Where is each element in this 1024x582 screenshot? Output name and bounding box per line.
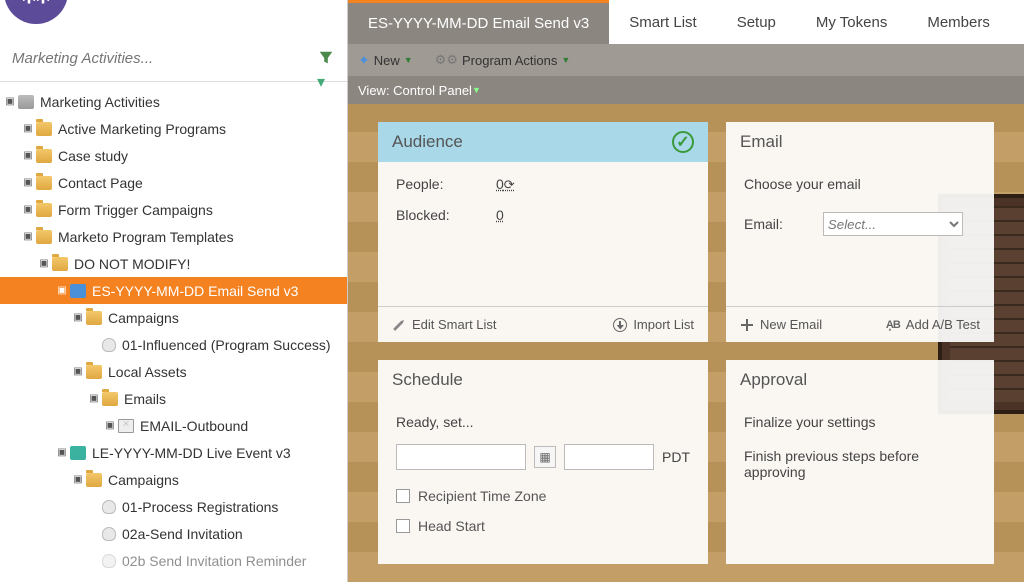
tree-item[interactable]: ▣Local Assets — [0, 358, 347, 385]
action-toolbar: ✦New ▼ ⚙⚙Program Actions ▼ — [348, 44, 1024, 76]
tab-my-tokens[interactable]: My Tokens — [796, 0, 907, 44]
plus-icon — [740, 318, 754, 332]
blocked-label: Blocked: — [396, 207, 466, 223]
approval-message: Finish previous steps before approving — [744, 448, 976, 480]
panel-title: Schedule — [392, 370, 463, 390]
new-email-link[interactable]: New Email — [740, 317, 822, 332]
new-menu[interactable]: ✦New ▼ — [358, 52, 413, 69]
head-start-checkbox[interactable] — [396, 519, 410, 533]
email-select[interactable]: Select... — [823, 212, 963, 236]
tree-item[interactable]: ▣Marketo Program Templates — [0, 223, 347, 250]
audience-panel: Audience ✓ People: 0⟳ Blocked: 0 Edit Smart… — [378, 122, 708, 342]
recipient-timezone-label: Recipient Time Zone — [418, 488, 546, 504]
edit-smart-list-link[interactable]: Edit Smart List — [392, 317, 497, 332]
tree-item[interactable]: ▣Campaigns — [0, 304, 347, 331]
tab-smart-list[interactable]: Smart List — [609, 0, 717, 44]
tab-members[interactable]: Members — [907, 0, 1010, 44]
tree-item[interactable]: ▣Contact Page — [0, 169, 347, 196]
tab-setup[interactable]: Setup — [717, 0, 796, 44]
tree-item[interactable]: ▣Campaigns — [0, 466, 347, 493]
tree-item[interactable]: ▣LE-YYYY-MM-DD Live Event v3 — [0, 439, 347, 466]
program-actions-menu[interactable]: ⚙⚙Program Actions ▼ — [435, 52, 571, 68]
tree-item[interactable]: ▣Case study — [0, 142, 347, 169]
import-list-link[interactable]: Import List — [613, 317, 694, 332]
tree-item[interactable]: 01-Influenced (Program Success) — [0, 331, 347, 358]
ab-icon: A͓B — [886, 319, 900, 331]
main-area: ES-YYYY-MM-DD Email Send v3 Smart List S… — [348, 0, 1024, 582]
left-sidebar: ⁂ ▾ ▣Marketing Activities ▣Active Market… — [0, 0, 348, 582]
panel-title: Audience — [392, 132, 463, 152]
panel-title: Email — [740, 132, 783, 152]
control-panel-canvas: Audience ✓ People: 0⟳ Blocked: 0 Edit Smart… — [348, 104, 1024, 582]
nav-tree: ▣Marketing Activities ▣Active Marketing … — [0, 82, 347, 582]
tree-item[interactable]: ▣Active Marketing Programs — [0, 115, 347, 142]
sparkle-icon: ✦ — [358, 52, 370, 69]
panel-subtitle: Finalize your settings — [744, 414, 976, 430]
panel-subtitle: Choose your email — [744, 176, 976, 192]
tree-item[interactable]: 02b Send Invitation Reminder — [0, 547, 347, 574]
import-icon — [613, 318, 627, 332]
tree-search-input[interactable] — [8, 44, 317, 73]
refresh-icon[interactable]: ⟳ — [504, 177, 515, 192]
calendar-icon[interactable]: ▦ — [534, 446, 556, 468]
pencil-icon — [389, 315, 409, 335]
tab-program[interactable]: ES-YYYY-MM-DD Email Send v3 — [348, 0, 609, 44]
schedule-date-input[interactable] — [396, 444, 526, 470]
tree-item[interactable]: 02a-Send Invitation — [0, 520, 347, 547]
people-value: 0⟳ — [496, 176, 515, 193]
gears-icon: ⚙⚙ — [435, 52, 458, 68]
check-icon: ✓ — [672, 131, 694, 153]
chevron-down-icon: ▼ — [561, 55, 570, 65]
people-label: People: — [396, 176, 466, 193]
tree-item[interactable]: ▣Form Trigger Campaigns — [0, 196, 347, 223]
approval-panel: Approval Finalize your settings Finish p… — [726, 360, 994, 564]
tree-item[interactable]: 01-Process Registrations — [0, 493, 347, 520]
tab-bar: ES-YYYY-MM-DD Email Send v3 Smart List S… — [348, 0, 1024, 44]
tree-item[interactable]: ▣EMAIL-Outbound — [0, 412, 347, 439]
recipient-timezone-checkbox[interactable] — [396, 489, 410, 503]
head-start-label: Head Start — [418, 518, 485, 534]
panel-title: Approval — [740, 370, 807, 390]
brand-logo: ⁂ — [4, 0, 68, 24]
email-panel: Email Choose your email Email: Select...… — [726, 122, 994, 342]
email-field-label: Email: — [744, 216, 783, 232]
schedule-panel: Schedule Ready, set... ▦ PDT Recipient T… — [378, 360, 708, 564]
filter-icon[interactable]: ▾ — [317, 49, 337, 69]
chevron-down-icon: ▼ — [472, 85, 481, 95]
chevron-down-icon: ▼ — [404, 55, 413, 65]
tree-root[interactable]: ▣Marketing Activities — [0, 88, 347, 115]
view-selector[interactable]: View: Control Panel ▼ — [348, 76, 1024, 104]
tree-item[interactable]: ▣DO NOT MODIFY! — [0, 250, 347, 277]
panel-subtitle: Ready, set... — [396, 414, 690, 430]
tree-item-selected[interactable]: ▣ES-YYYY-MM-DD Email Send v3 — [0, 277, 347, 304]
tree-item[interactable]: ▣Emails — [0, 385, 347, 412]
timezone-label: PDT — [662, 449, 690, 465]
blocked-value: 0 — [496, 207, 504, 223]
add-ab-test-link[interactable]: A͓BAdd A/B Test — [886, 317, 980, 332]
schedule-time-input[interactable] — [564, 444, 654, 470]
